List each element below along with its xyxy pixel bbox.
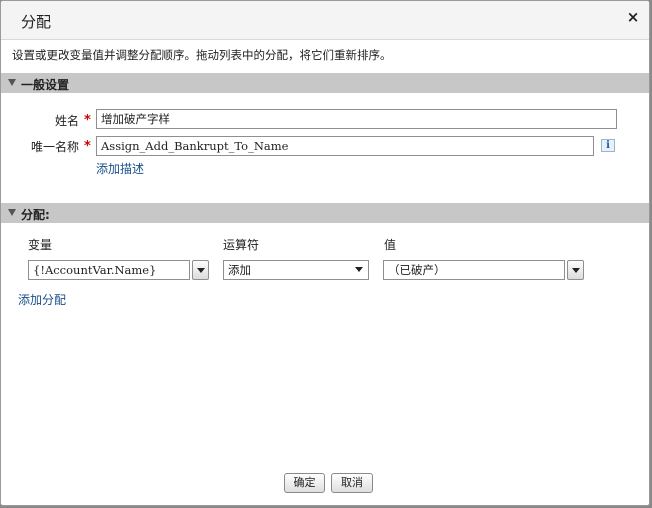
operator-select[interactable]: 添加 xyxy=(223,260,369,280)
value-column-label: 值 xyxy=(384,238,397,252)
required-icon: * xyxy=(84,139,91,154)
variable-column-label: 变量 xyxy=(28,238,53,252)
close-icon[interactable]: × xyxy=(625,9,641,25)
operator-column-label: 运算符 xyxy=(223,238,260,252)
value-select-value[interactable]: （已破产） xyxy=(383,260,565,280)
ok-button[interactable]: 确定 xyxy=(284,473,325,493)
dialog-titlebar: 分配 × xyxy=(1,1,649,40)
chevron-down-icon[interactable] xyxy=(567,260,584,280)
dialog-title: 分配 xyxy=(21,13,52,31)
assignment-dialog: 分配 × 设置或更改变量值并调整分配顺序。拖动列表中的分配，将它们重新排序。 一… xyxy=(0,0,650,506)
info-icon[interactable]: i xyxy=(601,139,615,152)
chevron-down-icon[interactable] xyxy=(351,260,368,280)
cancel-button[interactable]: 取消 xyxy=(331,473,373,493)
unique-name-input[interactable]: Assign_Add_Bankrupt_To_Name xyxy=(96,136,594,156)
general-settings-title: 一般设置 xyxy=(21,78,70,92)
assignments-title: 分配: xyxy=(21,208,50,222)
add-assignment-link[interactable]: 添加分配 xyxy=(18,291,66,308)
dialog-description: 设置或更改变量值并调整分配顺序。拖动列表中的分配，将它们重新排序。 xyxy=(12,48,392,62)
collapse-triangle-icon xyxy=(8,79,16,86)
name-input[interactable]: 增加破产字样 xyxy=(96,109,617,129)
variable-select[interactable]: {!AccountVar.Name} xyxy=(28,260,209,280)
assignments-header[interactable]: 分配: xyxy=(1,203,649,223)
required-icon: * xyxy=(84,113,91,128)
name-label: 姓名 xyxy=(55,114,80,128)
value-select[interactable]: （已破产） xyxy=(383,260,584,280)
operator-select-value[interactable]: 添加 xyxy=(223,260,369,280)
add-description-link[interactable]: 添加描述 xyxy=(96,160,144,177)
general-settings-header[interactable]: 一般设置 xyxy=(1,73,649,93)
chevron-down-icon[interactable] xyxy=(192,260,209,280)
unique-name-label: 唯一名称 xyxy=(31,140,80,154)
collapse-triangle-icon xyxy=(8,209,16,216)
variable-select-value[interactable]: {!AccountVar.Name} xyxy=(28,260,190,280)
